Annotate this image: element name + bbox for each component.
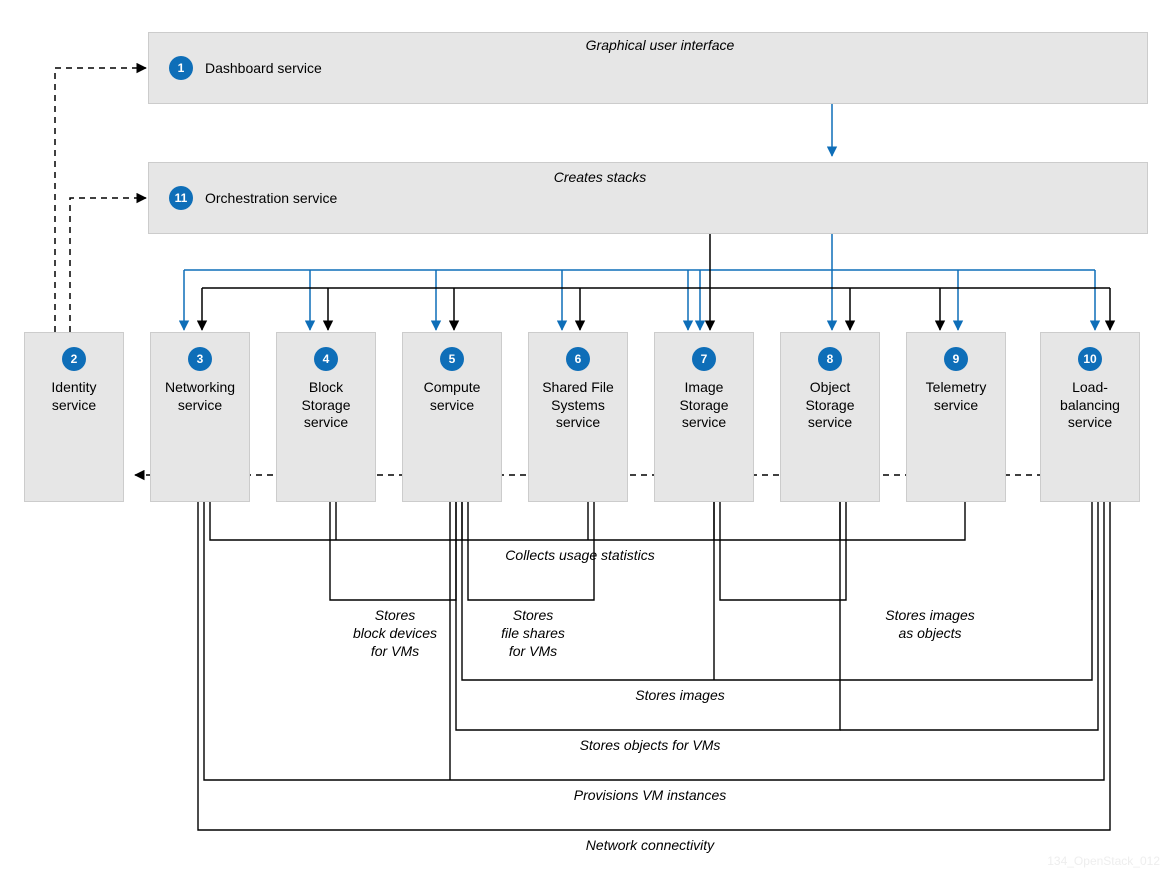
networking-service-label: Networking service xyxy=(151,379,249,414)
block-storage-service-box: 4 Block Storage service xyxy=(276,332,376,502)
caption-netconn: Network connectivity xyxy=(520,836,780,854)
architecture-diagram: 1 Dashboard service 11 Orchestration ser… xyxy=(0,0,1164,872)
badge-10: 10 xyxy=(1078,347,1102,371)
badge-5: 5 xyxy=(440,347,464,371)
caption-stores-images: Stores images xyxy=(580,686,780,704)
shared-file-systems-service-label: Shared File Systems service xyxy=(529,379,627,432)
load-balancing-service-label: Load-balancing service xyxy=(1041,379,1139,432)
compute-service-box: 5 Compute service xyxy=(402,332,502,502)
caption-creates-stacks: Creates stacks xyxy=(500,168,700,186)
telemetry-service-label: Telemetry service xyxy=(907,379,1005,414)
badge-7: 7 xyxy=(692,347,716,371)
badge-11: 11 xyxy=(169,186,193,210)
block-storage-service-label: Block Storage service xyxy=(277,379,375,432)
caption-img-objects: Stores images as objects xyxy=(830,606,1030,642)
identity-service-label: Identity service xyxy=(25,379,123,414)
watermark: 134_OpenStack_012 xyxy=(1047,854,1160,868)
load-balancing-service-box: 10 Load-balancing service xyxy=(1040,332,1140,502)
badge-2: 2 xyxy=(62,347,86,371)
shared-file-systems-service-box: 6 Shared File Systems service xyxy=(528,332,628,502)
networking-service-box: 3 Networking service xyxy=(150,332,250,502)
object-storage-service-label: Object Storage service xyxy=(781,379,879,432)
caption-block-vms: Stores block devices for VMs xyxy=(330,606,460,661)
badge-9: 9 xyxy=(944,347,968,371)
object-storage-service-box: 8 Object Storage service xyxy=(780,332,880,502)
image-storage-service-label: Image Storage service xyxy=(655,379,753,432)
caption-collects: Collects usage statistics xyxy=(455,546,705,564)
caption-objects-vms: Stores objects for VMs xyxy=(520,736,780,754)
badge-6: 6 xyxy=(566,347,590,371)
caption-provisions: Provisions VM instances xyxy=(520,786,780,804)
caption-gui: Graphical user interface xyxy=(500,36,820,54)
identity-service-box: 2 Identity service xyxy=(24,332,124,502)
badge-1: 1 xyxy=(169,56,193,80)
caption-file-vms: Stores file shares for VMs xyxy=(468,606,598,661)
image-storage-service-box: 7 Image Storage service xyxy=(654,332,754,502)
compute-service-label: Compute service xyxy=(403,379,501,414)
telemetry-service-box: 9 Telemetry service xyxy=(906,332,1006,502)
badge-4: 4 xyxy=(314,347,338,371)
dashboard-service-label: Dashboard service xyxy=(205,60,322,76)
orchestration-service-label: Orchestration service xyxy=(205,190,337,206)
badge-8: 8 xyxy=(818,347,842,371)
badge-3: 3 xyxy=(188,347,212,371)
